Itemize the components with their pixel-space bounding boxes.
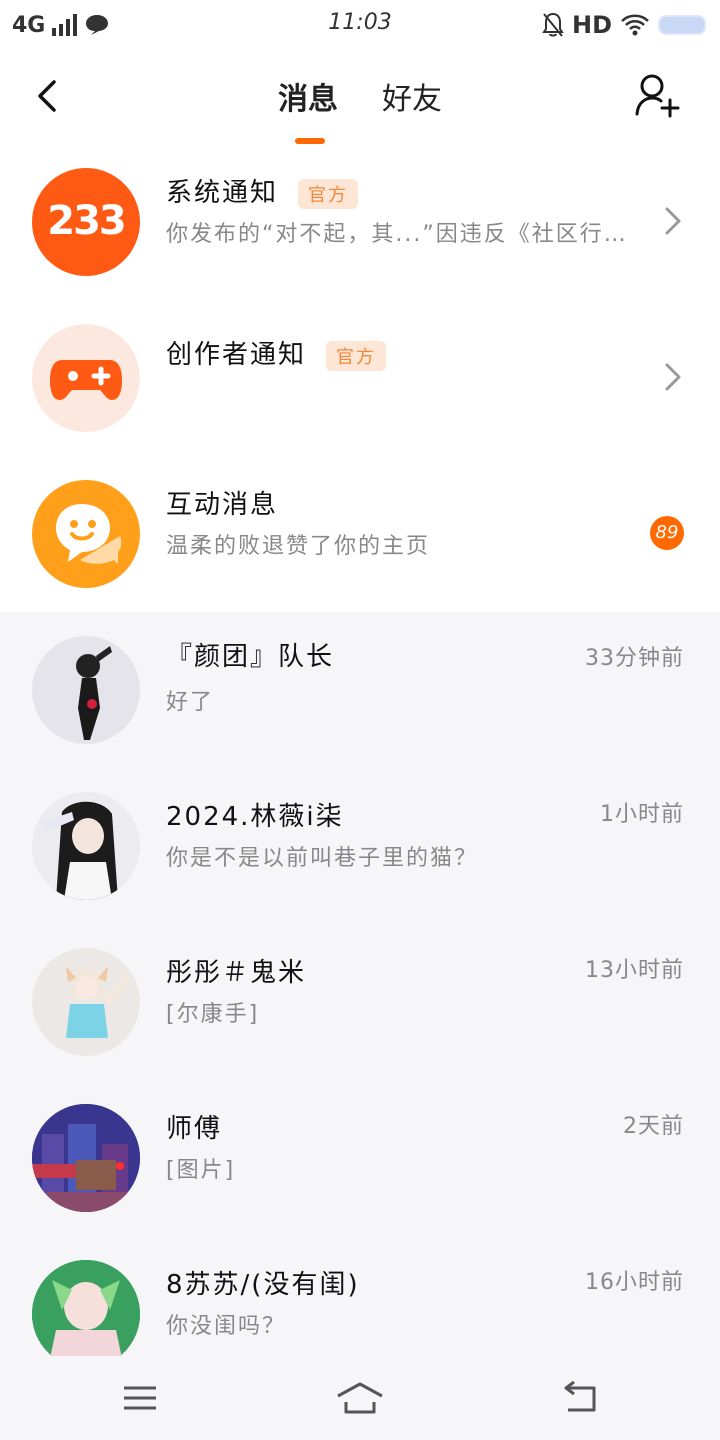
tab-friends[interactable]: 好友: [382, 74, 442, 118]
back-nav-icon[interactable]: [556, 1378, 604, 1418]
message-preview: 你没闺吗？: [166, 1314, 287, 1339]
message-preview: 好了: [166, 690, 215, 715]
contact-avatar: [32, 948, 140, 1056]
contact-name: 『颜团』队长: [166, 642, 335, 672]
message-time: 16小时前: [585, 1270, 684, 1295]
contact-avatar: [32, 1260, 140, 1356]
contact-name: 8苏苏/(没有闺): [166, 1270, 360, 1300]
home-icon[interactable]: [336, 1378, 384, 1418]
gamepad-plus-icon: [50, 360, 122, 400]
contact-name: 师傅: [166, 1114, 223, 1144]
official-badge: 官方: [326, 340, 387, 371]
tab-messages[interactable]: 消息: [278, 74, 338, 118]
creator-notification-row[interactable]: 创作者通知 官方: [0, 300, 720, 456]
message-preview: 你是不是以前叫巷子里的猫？: [166, 846, 479, 871]
avatar-image: [76, 646, 112, 740]
row-title: 系统通知 官方: [166, 172, 359, 209]
interaction-messages-preview: 温柔的败退赞了你的主页: [166, 534, 431, 559]
header-bar: 消息 好友: [0, 50, 720, 145]
message-time: 2天前: [623, 1114, 684, 1139]
contact-avatar: [32, 1104, 140, 1212]
wifi-icon: [621, 14, 649, 36]
system-notification-preview: 你发布的“对不起，其...”因违反《社区行…: [166, 222, 626, 247]
chat-row[interactable]: 8苏苏/(没有闺) 你没闺吗？ 16小时前: [0, 1236, 720, 1356]
avatar-image: [32, 1104, 140, 1212]
chat-row[interactable]: 2024.林薇i柒 你是不是以前叫巷子里的猫？ 1小时前: [0, 768, 720, 924]
avatar-image: [42, 801, 118, 900]
row-title: 创作者通知 官方: [166, 334, 387, 371]
chat-row[interactable]: 师傅 [图片] 2天前: [0, 1080, 720, 1236]
avatar-image: [32, 1260, 140, 1356]
hd-label: HD: [571, 11, 612, 39]
contact-avatar: [32, 636, 140, 744]
official-badge: 官方: [298, 178, 359, 209]
creator-notification-title: 创作者通知: [166, 340, 307, 370]
avatar-233-logo: 233: [47, 198, 127, 244]
interaction-messages-title: 互动消息: [166, 490, 279, 520]
system-notification-row[interactable]: 233 系统通知 官方 你发布的“对不起，其...”因违反《社区行…: [0, 144, 720, 300]
chat-row[interactable]: 彤彤＃鬼米 [尔康手] 13小时前: [0, 924, 720, 1080]
chevron-right-icon: [665, 207, 681, 235]
back-icon[interactable]: [30, 74, 70, 118]
bell-muted-icon: [542, 12, 564, 37]
chat-list: 『颜团』队长 好了 33分钟前 2024.林薇i柒 你是不是以前叫巷子里的猫？ …: [0, 612, 720, 1356]
system-navigation-bar: [0, 1356, 720, 1440]
status-right: HD: [542, 10, 706, 40]
unread-count-badge: 89: [650, 516, 684, 550]
status-bar: 4G 11:03 HD: [0, 0, 720, 50]
creator-notification-avatar: [32, 324, 140, 432]
contact-avatar: [32, 792, 140, 900]
message-time: 1小时前: [600, 802, 684, 827]
menu-icon[interactable]: [116, 1378, 164, 1418]
chat-row[interactable]: 『颜团』队长 好了 33分钟前: [0, 612, 720, 768]
contact-name: 2024.林薇i柒: [166, 802, 344, 832]
system-notification-title: 系统通知: [166, 178, 279, 208]
chevron-right-icon: [665, 363, 681, 391]
avatar-image: [66, 966, 132, 1038]
message-time: 33分钟前: [585, 646, 684, 671]
message-time: 13小时前: [585, 958, 684, 983]
message-preview: [尔康手]: [166, 1002, 260, 1027]
chat-bubble-smile-icon: [56, 504, 122, 564]
contact-name: 彤彤＃鬼米: [166, 958, 307, 988]
message-preview: [图片]: [166, 1158, 236, 1183]
system-notification-avatar: 233: [32, 168, 140, 276]
battery-icon: [658, 15, 706, 35]
add-friend-icon[interactable]: [634, 72, 680, 120]
interaction-messages-row[interactable]: 互动消息 温柔的败退赞了你的主页 89: [0, 456, 720, 612]
interaction-messages-avatar: [32, 480, 140, 588]
